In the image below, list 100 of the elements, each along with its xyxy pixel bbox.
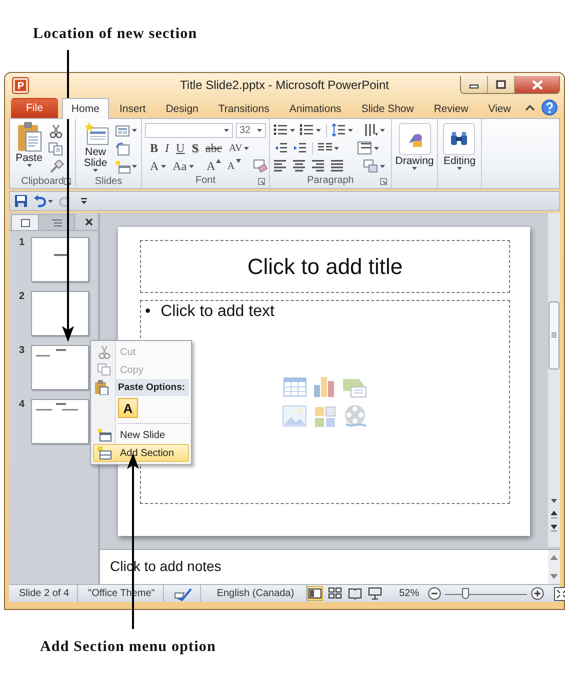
help-icon[interactable]	[541, 98, 558, 116]
annotation-label: Location of new section	[33, 26, 198, 43]
text-direction-icon[interactable]	[363, 123, 379, 138]
scissors-icon[interactable]	[48, 124, 64, 138]
undo-icon[interactable]	[33, 194, 47, 208]
align-left-icon[interactable]	[273, 159, 289, 174]
increase-indent-icon[interactable]	[292, 141, 308, 156]
ribbon-tab[interactable]: Insert	[110, 98, 156, 118]
new-slide-icon	[82, 120, 110, 147]
ribbon-tab[interactable]: Slide Show	[352, 98, 424, 118]
scissors-icon	[97, 345, 112, 360]
italic-button[interactable]: I	[164, 140, 170, 156]
clipboard-icon	[15, 120, 43, 153]
zoom-in-icon[interactable]	[531, 587, 544, 600]
font-size-dropdown[interactable]: 32	[236, 122, 266, 138]
caret-icon	[380, 128, 385, 132]
ribbon-tab[interactable]: Review	[424, 98, 478, 118]
slide-thumbnail[interactable]	[31, 345, 89, 390]
smartart-convert-icon[interactable]	[363, 159, 379, 174]
ribbon-tab[interactable]: View	[478, 98, 520, 118]
menu-item[interactable]: Add Section	[93, 444, 189, 462]
caret-icon	[224, 128, 230, 132]
caret-icon	[244, 146, 250, 150]
zoom-level[interactable]: 52%	[399, 588, 420, 600]
shadow-button[interactable]: S	[190, 140, 200, 156]
dialog-launcher-icon[interactable]	[380, 178, 387, 185]
close-button[interactable]	[515, 76, 559, 93]
caret-icon	[188, 164, 194, 168]
slide-sorter-icon	[328, 587, 342, 600]
slide-thumbnail[interactable]	[31, 399, 89, 444]
paste-button[interactable]: Paste	[13, 120, 45, 174]
zoom-slider[interactable]	[445, 588, 528, 600]
window-title: Title Slide2.pptx - Microsoft PowerPoint	[180, 78, 389, 92]
slide-number: 4	[19, 399, 25, 412]
ribbon-tab[interactable]: File	[11, 98, 58, 118]
shrink-font-button[interactable]: A	[226, 158, 242, 174]
reset-icon[interactable]	[115, 142, 131, 156]
slide-show-button[interactable]	[367, 586, 384, 602]
maximize-icon[interactable]	[496, 80, 506, 89]
align-center-icon[interactable]	[292, 159, 308, 174]
ribbon-tab[interactable]: Home	[62, 98, 109, 119]
ribbon-tab[interactable]: Animations	[280, 98, 351, 118]
section-icon	[97, 446, 112, 460]
group-label: Font	[195, 175, 216, 186]
title-placeholder[interactable]: Click to add title	[140, 240, 510, 294]
font-color-button[interactable]: A	[149, 158, 168, 174]
new-slide-icon	[97, 428, 112, 442]
bullet-list-icon[interactable]	[273, 123, 289, 138]
numbered-list-icon[interactable]	[299, 123, 315, 138]
customize-toolbar-icon[interactable]	[80, 197, 88, 206]
maximize-button[interactable]	[488, 76, 515, 93]
paste-option-button[interactable]: A	[118, 398, 138, 418]
layout-icon[interactable]	[115, 124, 131, 138]
notes-scrollbar[interactable]	[548, 550, 560, 584]
clip-art-icon[interactable]	[312, 404, 338, 428]
ribbon-tab[interactable]: Design	[156, 98, 208, 118]
ribbon-tab[interactable]: Transitions	[208, 98, 279, 118]
spelling-check-icon[interactable]	[174, 586, 192, 601]
dialog-launcher-icon[interactable]	[64, 178, 71, 186]
decrease-indent-icon[interactable]	[273, 141, 289, 156]
caret-icon	[236, 158, 241, 163]
reading-view-button[interactable]	[347, 586, 364, 602]
strikethrough-button[interactable]: abc	[204, 140, 224, 156]
slides-tab[interactable]	[11, 214, 39, 230]
line-spacing-icon[interactable]	[331, 123, 347, 138]
fit-to-window-icon[interactable]	[554, 586, 565, 601]
slider-thumb[interactable]	[462, 588, 469, 599]
close-icon[interactable]	[85, 218, 93, 226]
brush-icon[interactable]	[48, 160, 64, 174]
underline-button[interactable]: U	[175, 140, 186, 156]
caret-icon	[93, 168, 98, 172]
change-case-button[interactable]: Aa	[172, 158, 196, 174]
slide-number: 1	[19, 237, 25, 250]
caret-icon	[374, 146, 379, 150]
outline-tab[interactable]	[39, 214, 75, 230]
save-icon[interactable]	[14, 194, 28, 208]
minimize-button[interactable]	[461, 76, 488, 93]
section-icon[interactable]	[115, 160, 131, 174]
collapse-ribbon-icon[interactable]	[525, 104, 535, 111]
grow-font-button[interactable]: A	[206, 158, 222, 174]
slide-thumbnail[interactable]	[31, 237, 89, 282]
justify-icon[interactable]	[330, 159, 346, 174]
app-logo-icon[interactable]	[12, 76, 29, 94]
slide-sorter-button[interactable]	[327, 586, 344, 602]
normal-view-button[interactable]	[307, 586, 324, 602]
dialog-launcher-icon[interactable]	[258, 178, 265, 185]
align-right-icon[interactable]	[311, 159, 327, 174]
zoom-out-icon[interactable]	[428, 587, 442, 600]
caret-icon	[456, 166, 462, 170]
caret-icon	[257, 128, 262, 132]
bold-button[interactable]: B	[149, 140, 160, 156]
caret-icon	[348, 128, 353, 132]
copy-icon[interactable]	[48, 142, 64, 156]
character-spacing-button[interactable]: AV	[228, 140, 252, 156]
bullet: •	[145, 303, 151, 322]
new-slide-button[interactable]: New Slide	[79, 120, 112, 174]
align-text-icon[interactable]	[357, 141, 373, 156]
vertical-scrollbar[interactable]	[548, 213, 560, 548]
clear-formatting-icon[interactable]	[252, 159, 268, 174]
slide-thumbnail[interactable]	[31, 291, 89, 336]
